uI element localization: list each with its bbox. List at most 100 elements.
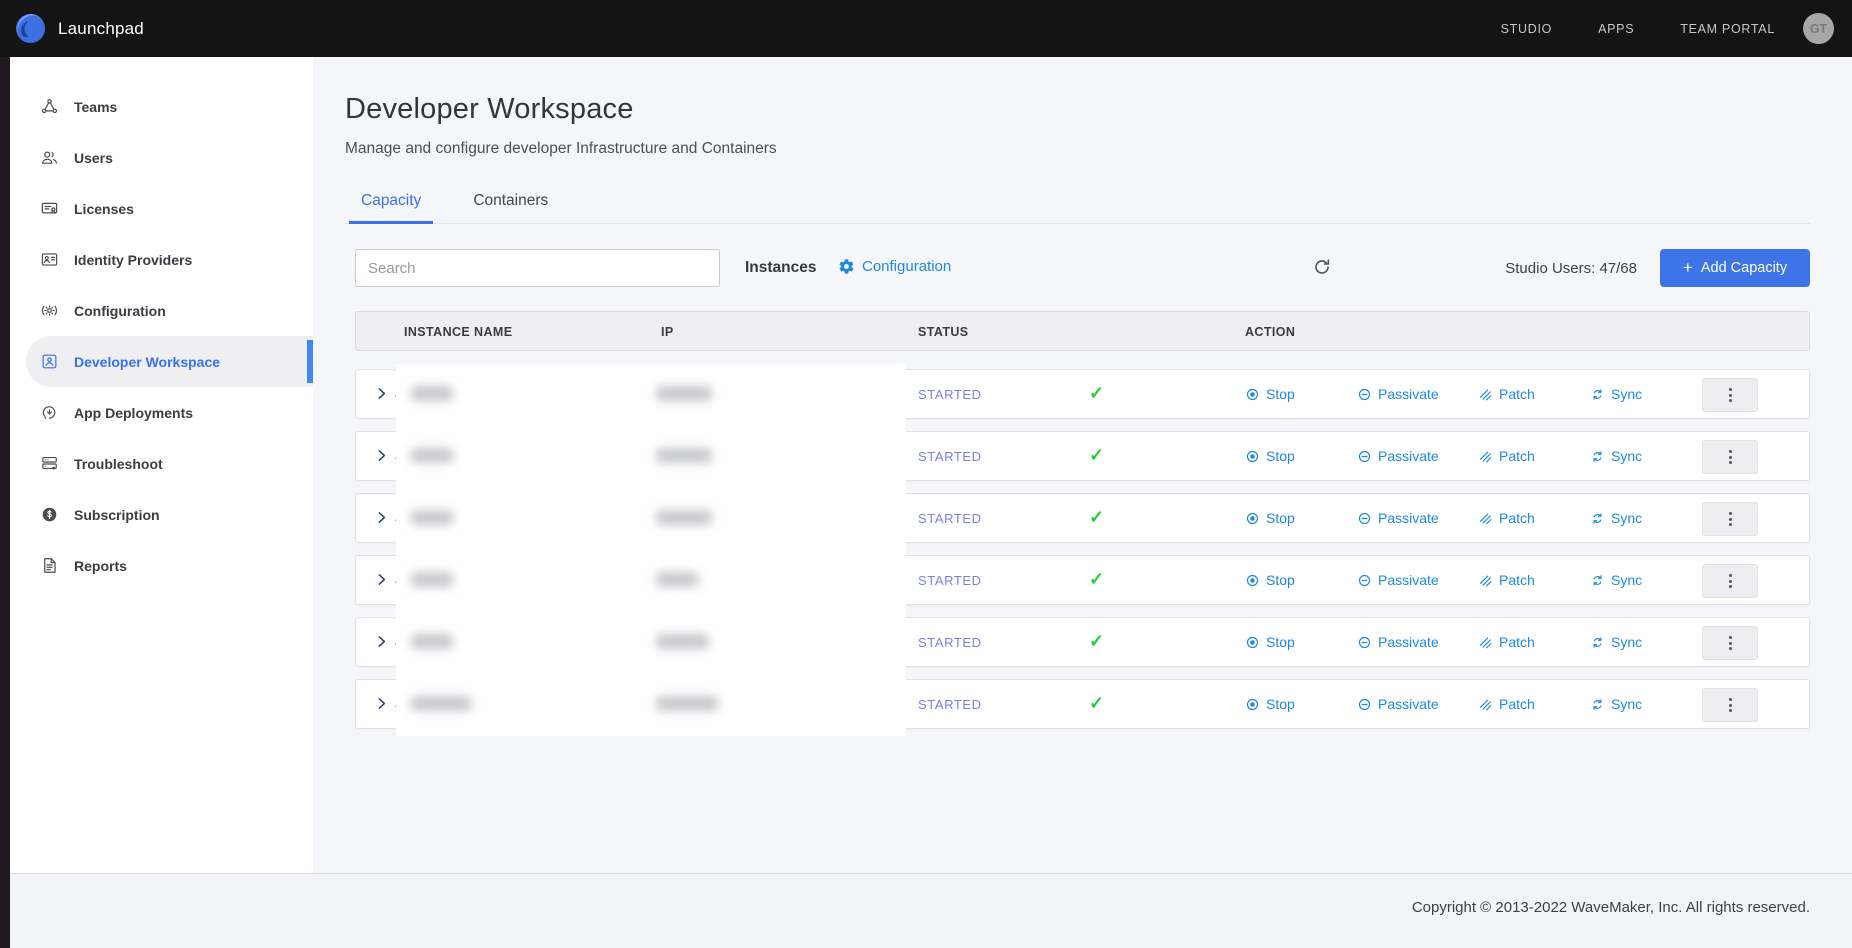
sidebar-item-reports[interactable]: Reports bbox=[10, 540, 313, 591]
status-label: STARTED bbox=[918, 697, 982, 712]
more-options-button[interactable] bbox=[1702, 440, 1758, 474]
status-label: STARTED bbox=[918, 635, 982, 650]
sidebar-item-label: Identity Providers bbox=[74, 252, 192, 268]
action-label: Passivate bbox=[1378, 572, 1439, 588]
tab-containers[interactable]: Containers bbox=[467, 182, 554, 223]
patch-action[interactable]: Patch bbox=[1478, 510, 1535, 526]
tab-capacity[interactable]: Capacity bbox=[355, 182, 427, 223]
action-label: Stop bbox=[1266, 572, 1295, 588]
action-label: Patch bbox=[1499, 386, 1535, 402]
brand: Launchpad bbox=[15, 13, 144, 44]
expand-chevron-icon[interactable] bbox=[373, 509, 390, 526]
passivate-action[interactable]: Passivate bbox=[1357, 634, 1439, 650]
redacted-instance-name-blur bbox=[410, 386, 454, 401]
search-input[interactable] bbox=[355, 249, 720, 287]
stop-action[interactable]: Stop bbox=[1245, 634, 1295, 650]
more-options-button[interactable] bbox=[1702, 688, 1758, 722]
sidebar-item-users[interactable]: Users bbox=[10, 132, 313, 183]
sidebar-item-label: Developer Workspace bbox=[74, 354, 220, 370]
sidebar-item-licenses[interactable]: Licenses bbox=[10, 183, 313, 234]
redacted-instance-name-blur bbox=[410, 696, 472, 711]
action-label: Sync bbox=[1611, 448, 1642, 464]
expand-chevron-icon[interactable] bbox=[373, 695, 390, 712]
sync-icon bbox=[1590, 511, 1605, 526]
stop-action[interactable]: Stop bbox=[1245, 510, 1295, 526]
brand-title: Launchpad bbox=[58, 19, 144, 39]
configuration-icon bbox=[40, 301, 59, 320]
more-options-button[interactable] bbox=[1702, 626, 1758, 660]
avatar[interactable]: GT bbox=[1803, 13, 1834, 44]
sidebar-item-troubleshoot[interactable]: Troubleshoot bbox=[10, 438, 313, 489]
add-capacity-button[interactable]: + Add Capacity bbox=[1660, 249, 1810, 287]
sync-action[interactable]: Sync bbox=[1590, 448, 1642, 464]
topnav: STUDIO APPS TEAM PORTAL bbox=[1501, 22, 1775, 36]
action-label: Passivate bbox=[1378, 696, 1439, 712]
action-label: Patch bbox=[1499, 448, 1535, 464]
page-subtitle: Manage and configure developer Infrastru… bbox=[345, 140, 1810, 158]
sidebar-item-label: Licenses bbox=[74, 201, 134, 217]
success-check-icon: ✓ bbox=[1089, 507, 1104, 528]
sidebar-item-identity-providers[interactable]: Identity Providers bbox=[10, 234, 313, 285]
plus-icon: + bbox=[1683, 258, 1693, 278]
action-label: Sync bbox=[1611, 634, 1642, 650]
toolbar: Instances Configuration Studio Users: 47… bbox=[355, 249, 1810, 289]
sidebar-item-label: Troubleshoot bbox=[74, 456, 163, 472]
passivate-action[interactable]: Passivate bbox=[1357, 510, 1439, 526]
patch-action[interactable]: Patch bbox=[1478, 448, 1535, 464]
action-label: Passivate bbox=[1378, 386, 1439, 402]
patch-action[interactable]: Patch bbox=[1478, 696, 1535, 712]
passivate-action[interactable]: Passivate bbox=[1357, 386, 1439, 402]
table-header: INSTANCE NAMEIPSTATUSACTION bbox=[355, 311, 1810, 351]
sync-icon bbox=[1590, 697, 1605, 712]
passivate-action[interactable]: Passivate bbox=[1357, 572, 1439, 588]
topnav-link-studio[interactable]: STUDIO bbox=[1501, 22, 1552, 36]
expand-chevron-icon[interactable] bbox=[373, 385, 390, 402]
action-label: Passivate bbox=[1378, 510, 1439, 526]
licenses-icon bbox=[40, 199, 59, 218]
sync-action[interactable]: Sync bbox=[1590, 510, 1642, 526]
stop-action[interactable]: Stop bbox=[1245, 448, 1295, 464]
topnav-link-team-portal[interactable]: TEAM PORTAL bbox=[1680, 22, 1775, 36]
status-label: STARTED bbox=[918, 449, 982, 464]
patch-action[interactable]: Patch bbox=[1478, 634, 1535, 650]
action-label: Stop bbox=[1266, 634, 1295, 650]
expand-chevron-icon[interactable] bbox=[373, 571, 390, 588]
topnav-link-apps[interactable]: APPS bbox=[1598, 22, 1634, 36]
sidebar-item-label: Subscription bbox=[74, 507, 160, 523]
more-options-button[interactable] bbox=[1702, 378, 1758, 412]
patch-icon bbox=[1478, 511, 1493, 526]
expand-chevron-icon[interactable] bbox=[373, 633, 390, 650]
redacted-instance-name-blur bbox=[410, 448, 454, 463]
patch-icon bbox=[1478, 697, 1493, 712]
sync-action[interactable]: Sync bbox=[1590, 696, 1642, 712]
expand-chevron-icon[interactable] bbox=[373, 447, 390, 464]
sidebar-item-app-deployments[interactable]: App Deployments bbox=[10, 387, 313, 438]
status-label: STARTED bbox=[918, 387, 982, 402]
redaction-blur-overlay bbox=[396, 364, 906, 736]
sidebar-item-teams[interactable]: Teams bbox=[10, 81, 313, 132]
patch-action[interactable]: Patch bbox=[1478, 386, 1535, 402]
page-title: Developer Workspace bbox=[345, 93, 1810, 126]
passivate-action[interactable]: Passivate bbox=[1357, 696, 1439, 712]
sync-action[interactable]: Sync bbox=[1590, 634, 1642, 650]
sync-action[interactable]: Sync bbox=[1590, 386, 1642, 402]
stop-action[interactable]: Stop bbox=[1245, 696, 1295, 712]
redacted-ip-blur bbox=[655, 634, 710, 649]
stop-action[interactable]: Stop bbox=[1245, 386, 1295, 402]
sidebar-item-configuration[interactable]: Configuration bbox=[10, 285, 313, 336]
refresh-button[interactable] bbox=[1312, 257, 1332, 277]
more-options-button[interactable] bbox=[1702, 502, 1758, 536]
configuration-link[interactable]: Configuration bbox=[838, 258, 951, 275]
stop-action[interactable]: Stop bbox=[1245, 572, 1295, 588]
footer: Copyright © 2013-2022 WaveMaker, Inc. Al… bbox=[10, 873, 1852, 948]
success-check-icon: ✓ bbox=[1089, 383, 1104, 404]
sidebar-item-subscription[interactable]: Subscription bbox=[10, 489, 313, 540]
app-deployments-icon bbox=[40, 403, 59, 422]
add-capacity-label: Add Capacity bbox=[1701, 260, 1787, 276]
sidebar-item-developer-workspace[interactable]: Developer Workspace bbox=[26, 336, 313, 387]
sync-action[interactable]: Sync bbox=[1590, 572, 1642, 588]
passivate-action[interactable]: Passivate bbox=[1357, 448, 1439, 464]
patch-action[interactable]: Patch bbox=[1478, 572, 1535, 588]
more-options-button[interactable] bbox=[1702, 564, 1758, 598]
sidebar-item-label: App Deployments bbox=[74, 405, 193, 421]
